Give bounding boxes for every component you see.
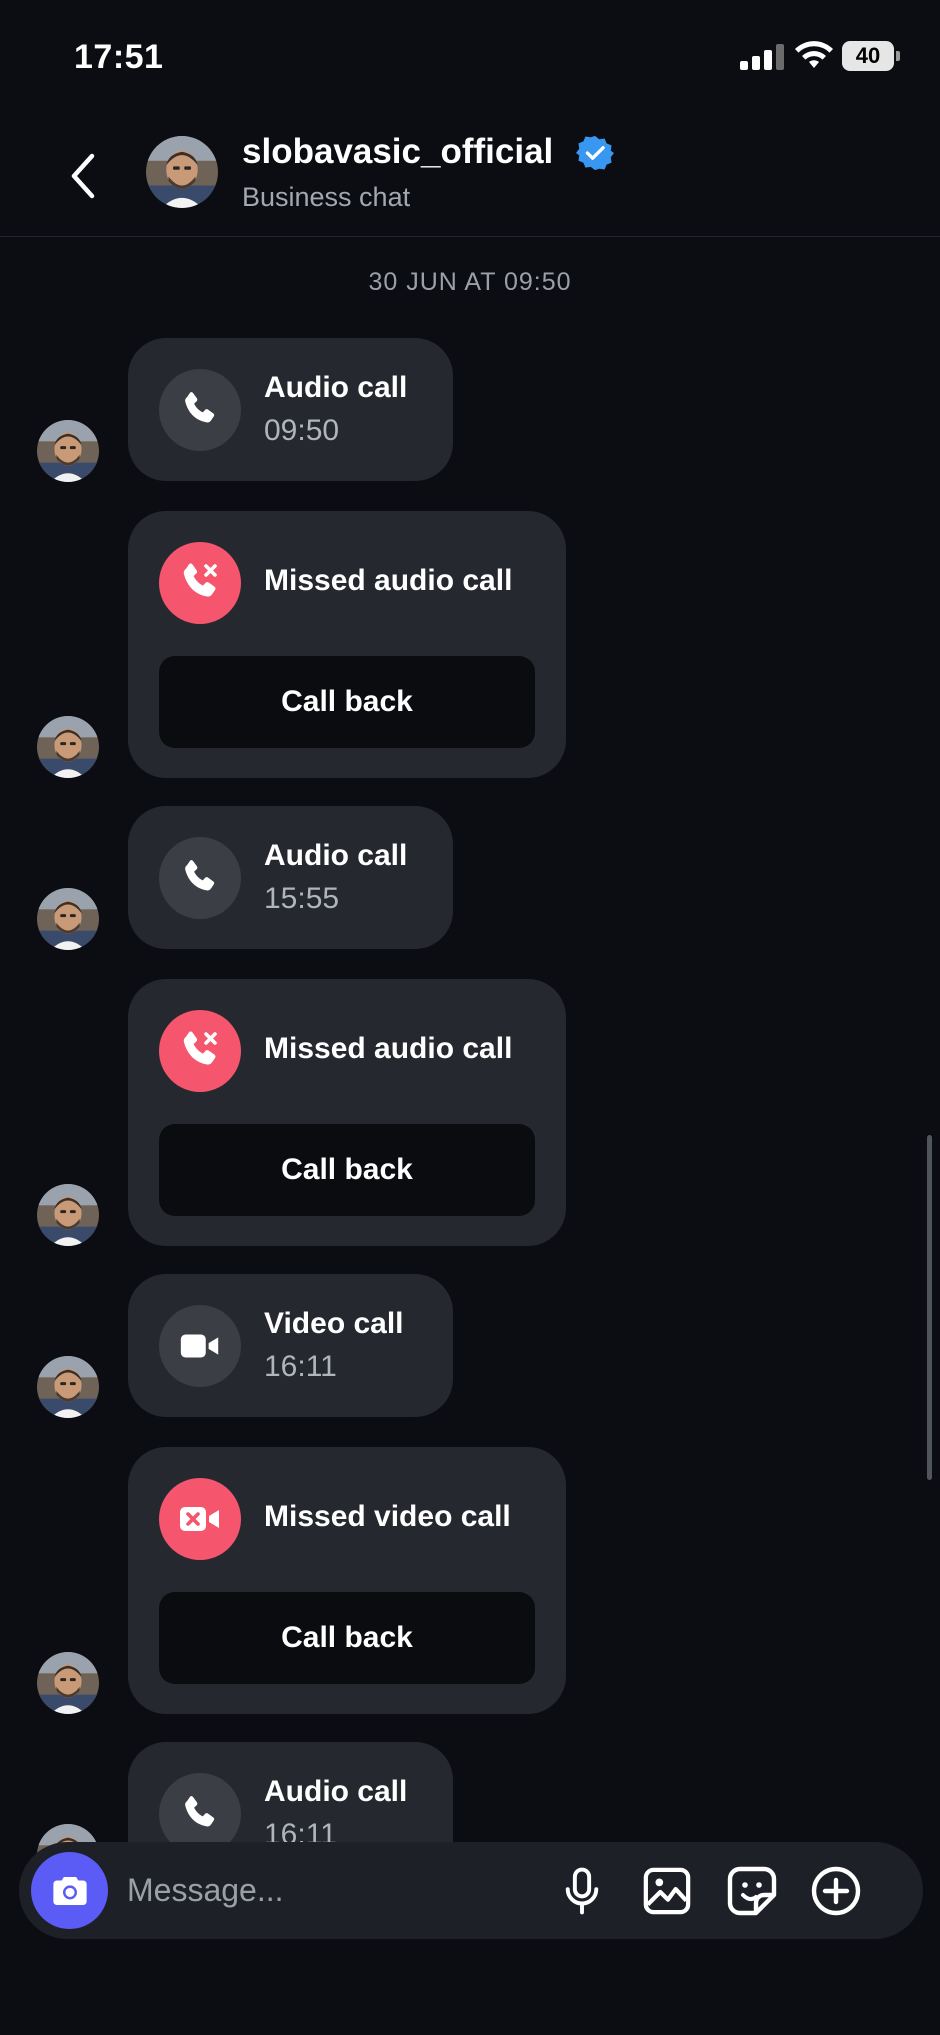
message-composer xyxy=(19,1842,923,1939)
sticker-icon xyxy=(727,1866,777,1916)
status-time: 17:51 xyxy=(74,38,164,76)
call-message[interactable]: Audio call 09:50 xyxy=(128,338,453,481)
avatar[interactable] xyxy=(146,136,218,208)
battery-tip xyxy=(896,51,900,61)
avatar[interactable] xyxy=(37,716,99,778)
call-title: Audio call xyxy=(264,839,408,872)
phone-icon xyxy=(159,837,241,919)
scrollbar[interactable] xyxy=(927,1135,932,1480)
sticker-button[interactable] xyxy=(721,1860,783,1922)
status-bar: 17:51 40 xyxy=(0,0,940,110)
call-title: Audio call xyxy=(264,1775,408,1808)
missed-call-message: Missed audio call Call back xyxy=(128,511,566,778)
call-back-button[interactable]: Call back xyxy=(159,1124,535,1216)
missed-call-icon xyxy=(159,542,241,624)
missed-call-icon xyxy=(159,1010,241,1092)
phone-icon xyxy=(159,369,241,451)
verified-badge-icon xyxy=(576,135,614,171)
avatar[interactable] xyxy=(37,1184,99,1246)
chevron-left-icon xyxy=(71,153,95,199)
contact-name[interactable]: slobavasic_official xyxy=(242,132,553,172)
camera-button[interactable] xyxy=(31,1852,108,1929)
image-icon xyxy=(643,1867,691,1915)
date-separator: 30 JUN AT 09:50 xyxy=(368,268,572,296)
call-back-button[interactable]: Call back xyxy=(159,656,535,748)
avatar[interactable] xyxy=(37,1652,99,1714)
cellular-signal-icon xyxy=(740,44,784,70)
microphone-icon xyxy=(565,1867,599,1915)
wifi-icon xyxy=(795,41,833,68)
message-input[interactable] xyxy=(127,1868,517,1912)
call-time: 15:55 xyxy=(264,882,340,915)
microphone-button[interactable] xyxy=(551,1860,613,1922)
avatar[interactable] xyxy=(37,888,99,950)
battery-indicator: 40 xyxy=(842,41,894,71)
video-camera-icon xyxy=(159,1305,241,1387)
call-title: Missed video call xyxy=(264,1500,511,1533)
call-back-button[interactable]: Call back xyxy=(159,1592,535,1684)
chat-header: slobavasic_official Business chat xyxy=(0,110,940,237)
add-button[interactable] xyxy=(805,1860,867,1922)
call-time: 09:50 xyxy=(264,414,340,447)
call-title: Missed audio call xyxy=(264,1032,513,1065)
missed-call-message: Missed video call Call back xyxy=(128,1447,566,1714)
gallery-button[interactable] xyxy=(636,1860,698,1922)
plus-circle-icon xyxy=(811,1866,861,1916)
call-title: Video call xyxy=(264,1307,404,1340)
call-message[interactable]: Audio call 15:55 xyxy=(128,806,453,949)
missed-video-icon xyxy=(159,1478,241,1560)
call-time: 16:11 xyxy=(264,1350,337,1383)
avatar[interactable] xyxy=(37,420,99,482)
call-title: Missed audio call xyxy=(264,564,513,597)
call-message[interactable]: Video call 16:11 xyxy=(128,1274,453,1417)
back-button[interactable] xyxy=(58,146,108,206)
camera-icon xyxy=(52,1876,87,1905)
missed-call-message: Missed audio call Call back xyxy=(128,979,566,1246)
call-title: Audio call xyxy=(264,371,408,404)
avatar[interactable] xyxy=(37,1356,99,1418)
chat-subtitle: Business chat xyxy=(242,182,411,212)
